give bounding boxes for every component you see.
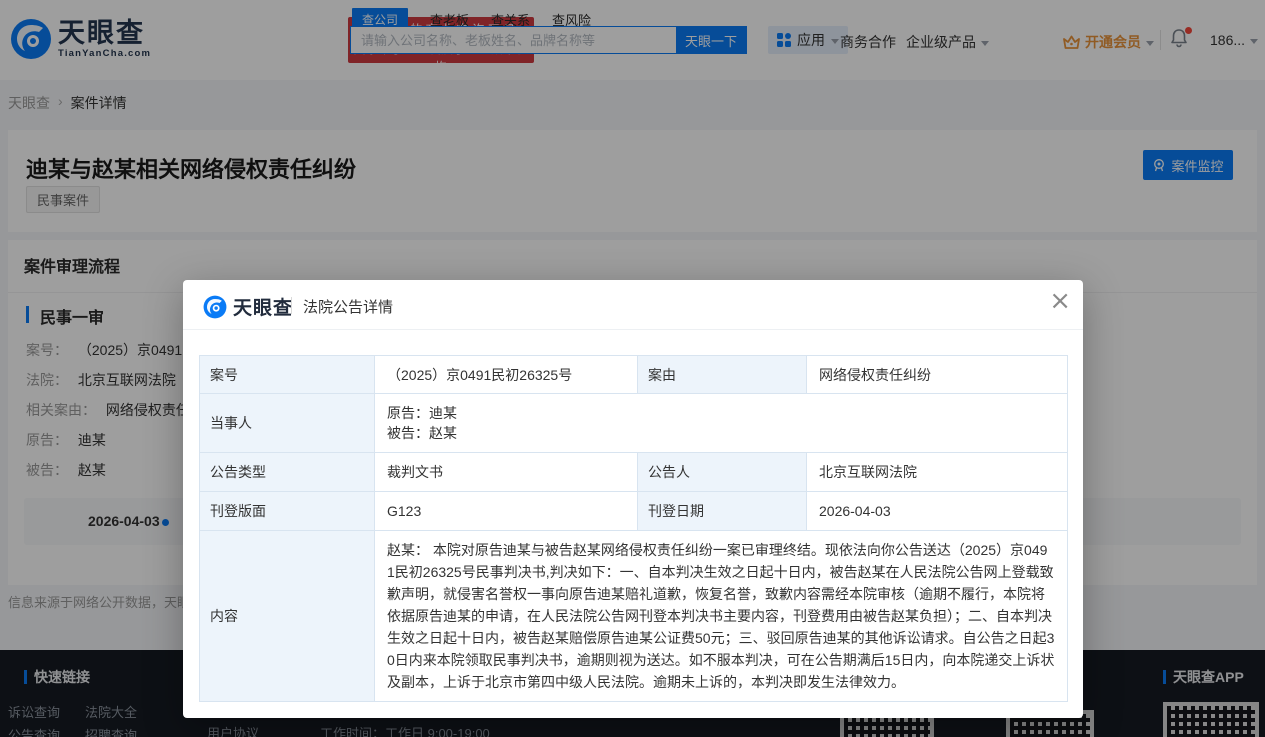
page: 天眼查 TianYanCha.com 都在用的商业查询工具 国家中小企业发展子基… [0, 0, 1265, 737]
cell-value-page-section: G123 [375, 492, 638, 531]
cell-value-content: 赵某： 本院对原告迪某与被告赵某网络侵权责任纠纷一案已审理终结。现依法向你公告送… [375, 531, 1068, 702]
cell-label-case-number: 案号 [200, 356, 375, 394]
cell-value-case-number: （2025）京0491民初26325号 [375, 356, 638, 394]
cell-label-announcer: 公告人 [638, 453, 807, 492]
modal-logo: 天眼查 [203, 293, 293, 320]
cell-label-cause: 案由 [638, 356, 807, 394]
cell-value-publish-date: 2026-04-03 [807, 492, 1068, 531]
court-announcement-modal: 天眼查 法院公告详情 × 案号 （2025）京0491民初26325号 案由 网… [183, 280, 1083, 718]
cell-label-page-section: 刊登版面 [200, 492, 375, 531]
cell-value-announcer: 北京互联网法院 [807, 453, 1068, 492]
tianyancha-logo-icon [203, 295, 227, 319]
cell-value-cause: 网络侵权责任纠纷 [807, 356, 1068, 394]
cell-label-parties: 当事人 [200, 394, 375, 453]
table-row: 案号 （2025）京0491民初26325号 案由 网络侵权责任纠纷 [200, 356, 1068, 394]
cell-label-content: 内容 [200, 531, 375, 702]
cell-label-publish-date: 刊登日期 [638, 492, 807, 531]
modal-brand-text: 天眼查 [233, 293, 293, 320]
party-defendant: 被告：赵某 [387, 423, 1055, 443]
party-plaintiff: 原告：迪某 [387, 403, 1055, 423]
cell-value-parties: 原告：迪某 被告：赵某 [375, 394, 1068, 453]
table-row: 当事人 原告：迪某 被告：赵某 [200, 394, 1068, 453]
table-row: 刊登版面 G123 刊登日期 2026-04-03 [200, 492, 1068, 531]
announcement-table: 案号 （2025）京0491民初26325号 案由 网络侵权责任纠纷 当事人 原… [199, 355, 1068, 702]
cell-value-announcement-type: 裁判文书 [375, 453, 638, 492]
modal-title: 法院公告详情 [303, 296, 393, 317]
table-row: 公告类型 裁判文书 公告人 北京互联网法院 [200, 453, 1068, 492]
modal-header-divider [291, 297, 292, 314]
cell-label-announcement-type: 公告类型 [200, 453, 375, 492]
modal-header: 天眼查 法院公告详情 × [183, 280, 1083, 330]
close-icon[interactable]: × [1049, 288, 1071, 314]
table-row: 内容 赵某： 本院对原告迪某与被告赵某网络侵权责任纠纷一案已审理终结。现依法向你… [200, 531, 1068, 702]
